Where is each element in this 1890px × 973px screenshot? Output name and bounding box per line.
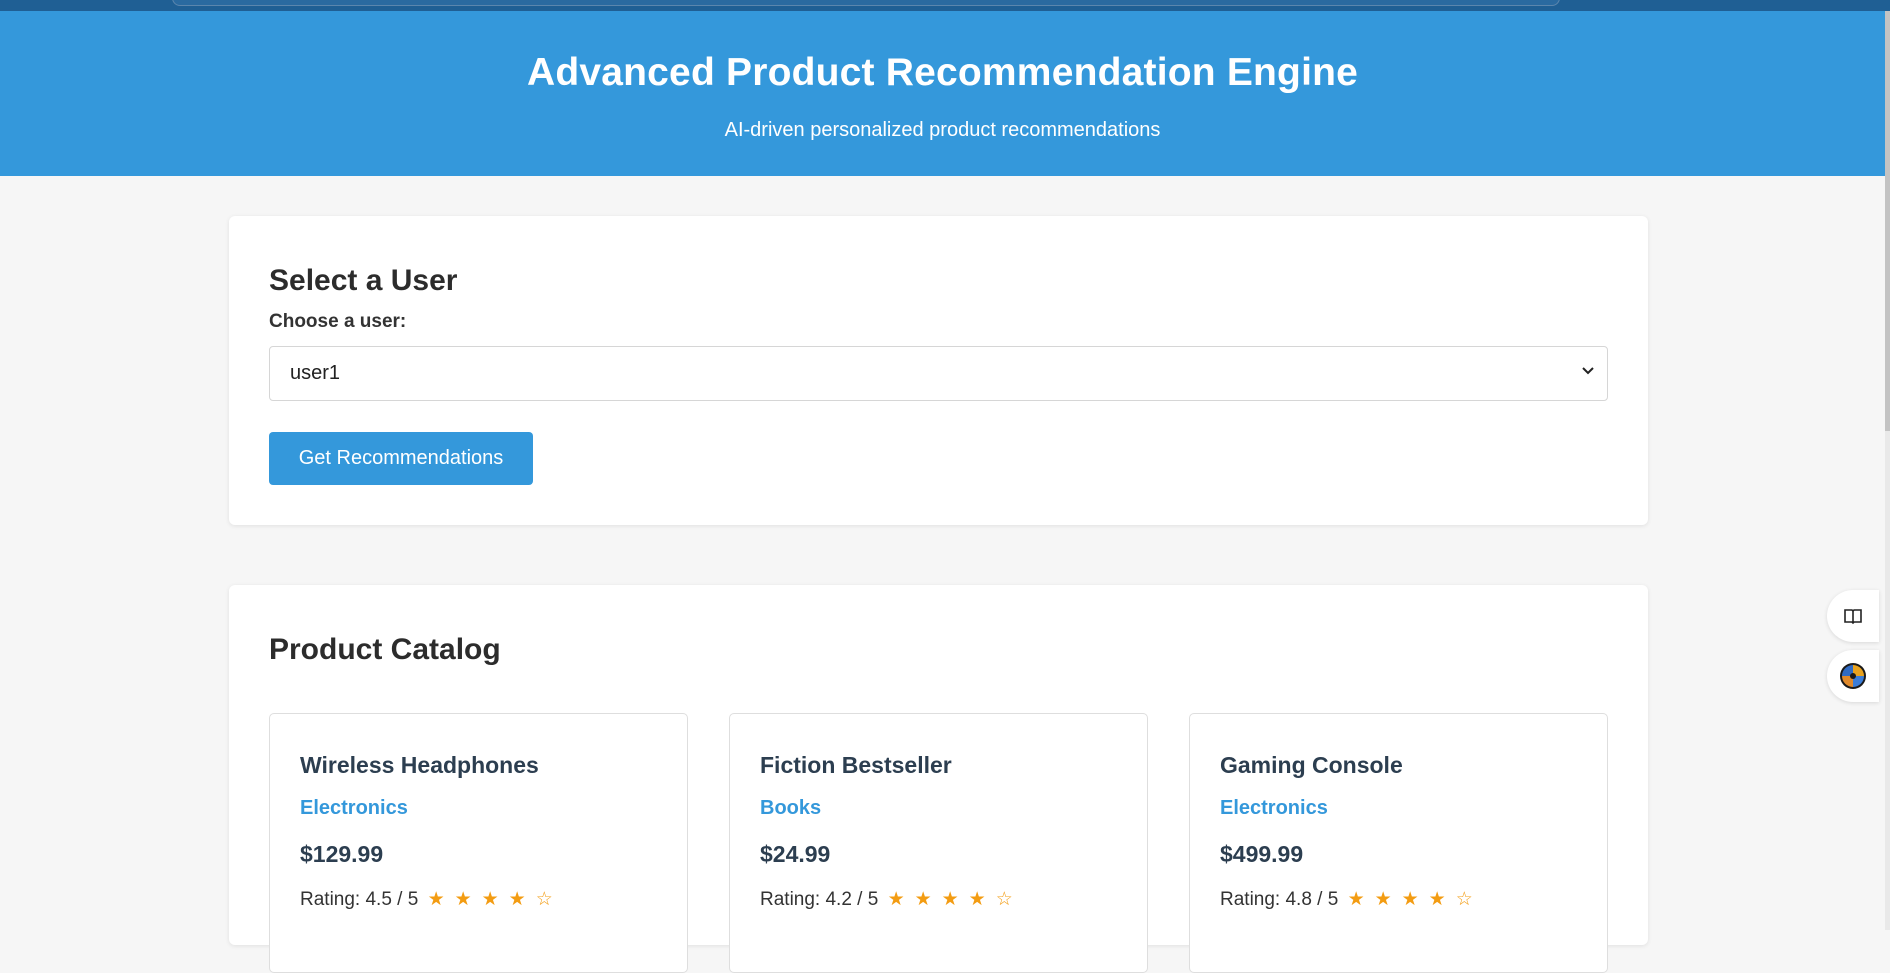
- side-reader-button[interactable]: [1827, 590, 1879, 642]
- page-subtitle: AI-driven personalized product recommend…: [724, 119, 1161, 141]
- browser-chrome-strip: [0, 0, 1890, 11]
- product-card[interactable]: Gaming Console Electronics $499.99 Ratin…: [1189, 713, 1608, 973]
- scrollbar-thumb[interactable]: [1885, 11, 1890, 431]
- get-recommendations-button[interactable]: Get Recommendations: [269, 432, 533, 485]
- product-price: $24.99: [760, 841, 831, 867]
- browser-url-bar[interactable]: [172, 0, 1560, 6]
- product-price: $499.99: [1220, 841, 1304, 867]
- product-category: Books: [760, 797, 822, 819]
- product-category: Electronics: [1220, 797, 1328, 819]
- star-rating-icon: ★★★★☆: [427, 889, 563, 910]
- book-icon: [1844, 609, 1862, 625]
- star-rating-icon: ★★★★☆: [887, 889, 1023, 910]
- user-select-value: user1: [290, 362, 341, 384]
- rating-text: Rating: 4.2 / 5: [760, 889, 879, 910]
- product-name: Wireless Headphones: [300, 752, 539, 778]
- product-name: Fiction Bestseller: [760, 752, 952, 778]
- product-catalog-card: Product Catalog Wireless Headphones Elec…: [229, 585, 1648, 973]
- star-rating-icon: ★★★★☆: [1347, 889, 1483, 910]
- catalog-heading: Product Catalog: [269, 633, 501, 666]
- rating-text: Rating: 4.5 / 5: [300, 889, 419, 910]
- extension-icon: [1840, 663, 1866, 689]
- product-price: $129.99: [300, 841, 384, 867]
- user-section-heading: Select a User: [269, 264, 458, 297]
- choose-user-label: Choose a user:: [269, 311, 407, 332]
- product-rating: Rating: 4.2 / 5 ★★★★☆: [760, 888, 1023, 911]
- page-header: Advanced Product Recommendation Engine A…: [0, 11, 1885, 176]
- user-select[interactable]: user1: [269, 346, 1608, 401]
- product-rating: Rating: 4.5 / 5 ★★★★☆: [300, 888, 563, 911]
- product-name: Gaming Console: [1220, 752, 1403, 778]
- product-card[interactable]: Fiction Bestseller Books $24.99 Rating: …: [729, 713, 1148, 973]
- product-category: Electronics: [300, 797, 408, 819]
- page-title: Advanced Product Recommendation Engine: [526, 51, 1359, 94]
- side-extension-button[interactable]: [1827, 650, 1879, 702]
- rating-text: Rating: 4.8 / 5: [1220, 889, 1339, 910]
- product-rating: Rating: 4.8 / 5 ★★★★☆: [1220, 888, 1483, 911]
- user-selection-card: Select a User Choose a user: user1 Get R…: [229, 216, 1648, 525]
- chevron-down-icon: [1582, 367, 1594, 375]
- vertical-scrollbar[interactable]: [1885, 11, 1890, 930]
- product-card[interactable]: Wireless Headphones Electronics $129.99 …: [269, 713, 688, 973]
